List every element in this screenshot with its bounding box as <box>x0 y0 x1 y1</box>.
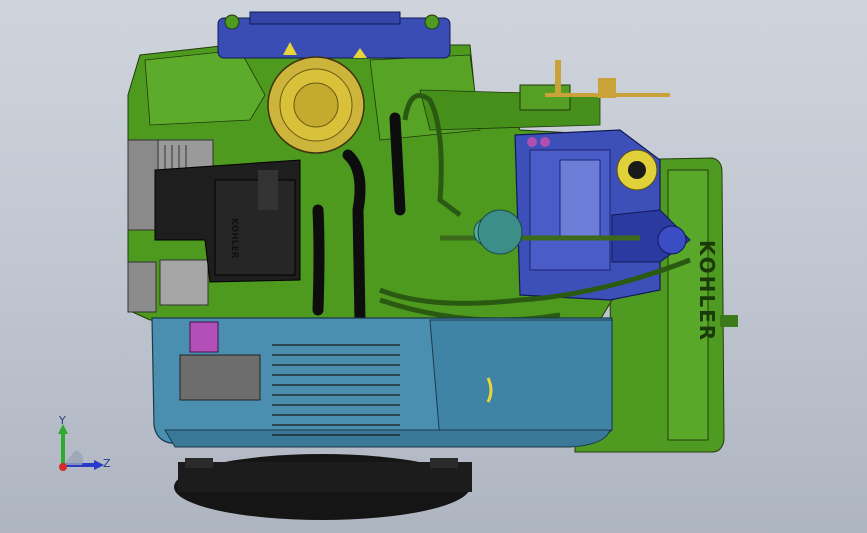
oil-filler-cap <box>267 56 365 154</box>
y-axis-label: Y <box>59 414 66 427</box>
air-cleaner-base <box>174 454 472 520</box>
model-viewport[interactable]: KOHLER KOHLER Y Z <box>0 0 867 533</box>
brand-text: KOHLER <box>695 240 719 342</box>
cooling-shroud <box>151 317 613 448</box>
engine-model[interactable]: KOHLER KOHLER <box>0 0 867 533</box>
top-cylinder-cover <box>217 11 451 59</box>
starter-label: KOHLER <box>229 218 239 259</box>
z-axis-label: Z <box>103 457 111 470</box>
